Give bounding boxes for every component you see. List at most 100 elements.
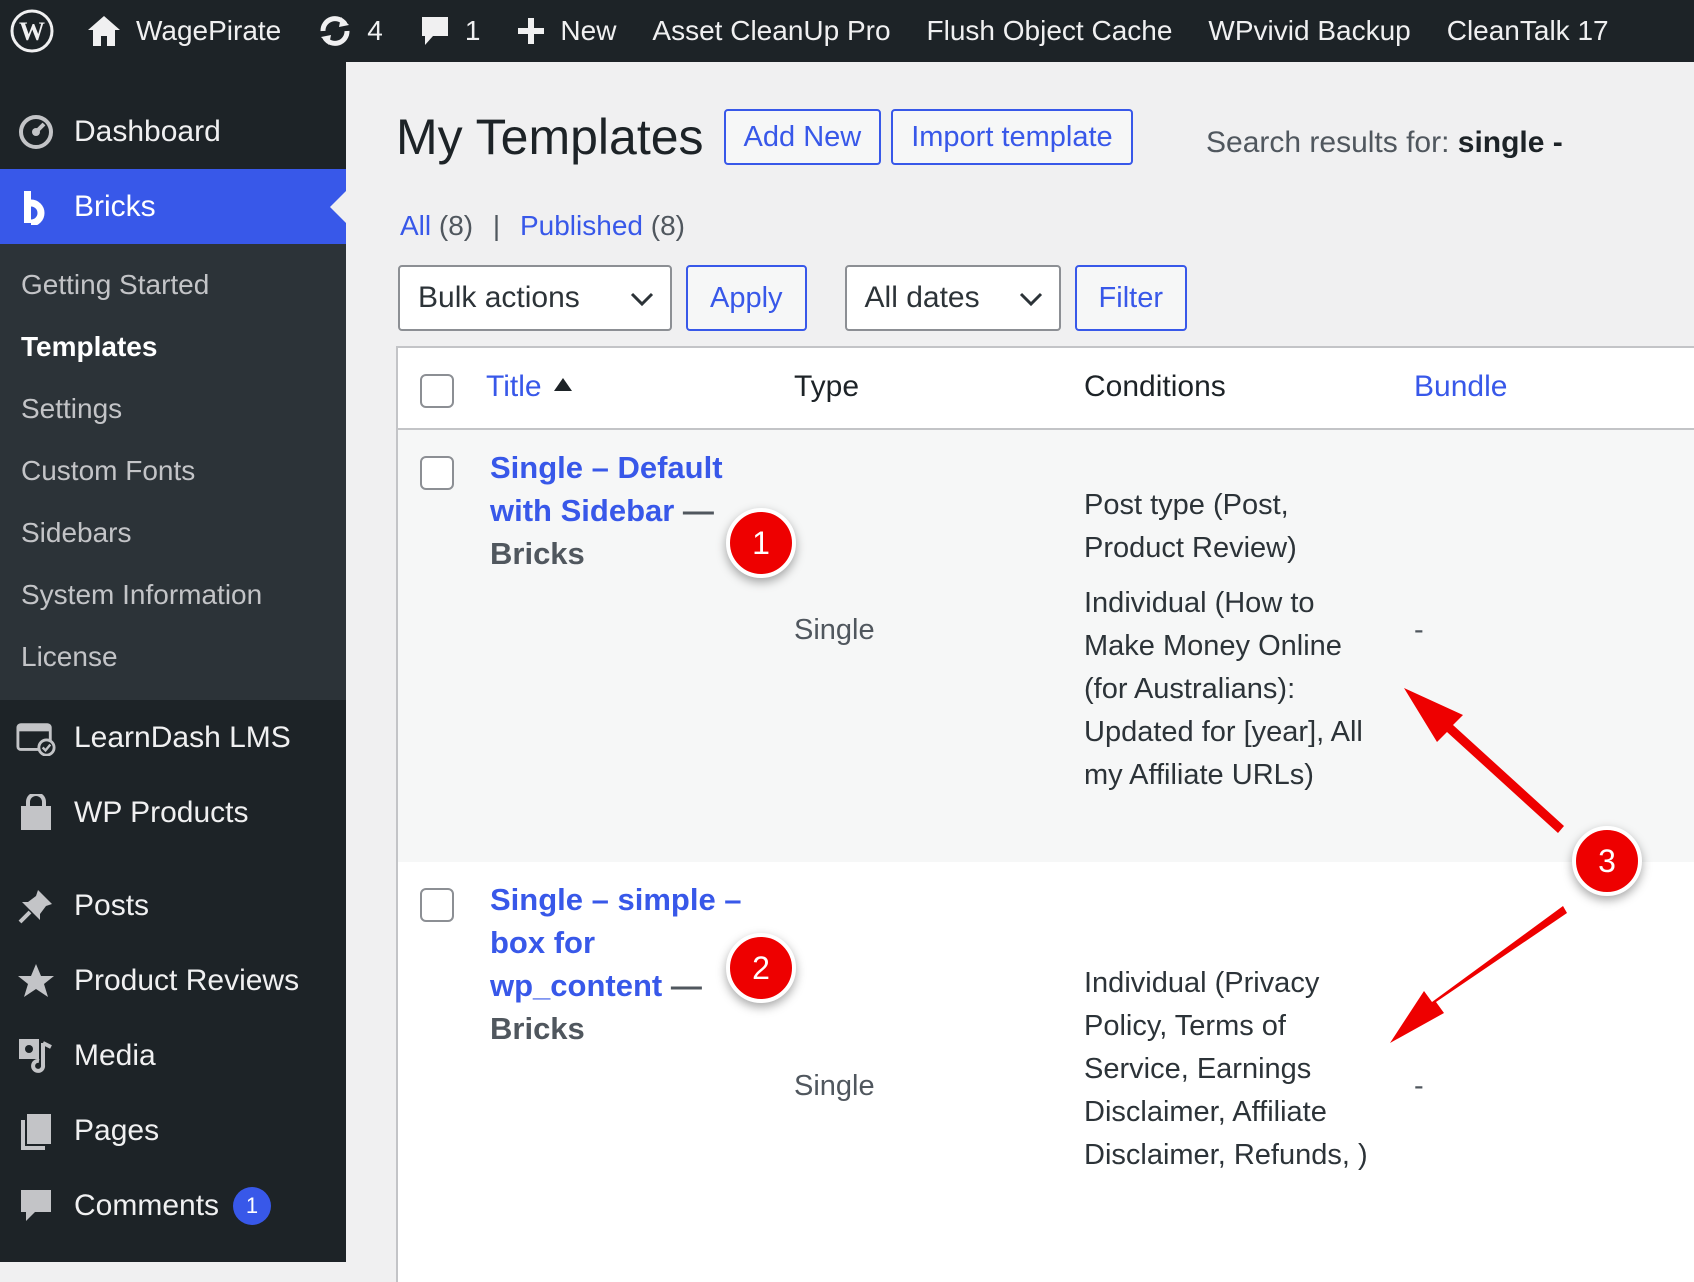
comments-menu[interactable]: 1 [401, 0, 499, 62]
import-template-button[interactable]: Import template [891, 109, 1133, 165]
annotation-marker-2: 2 [726, 933, 796, 1003]
submenu-license[interactable]: License [0, 626, 346, 688]
menu-learndash[interactable]: LearnDash LMS [0, 700, 346, 775]
row-bundle: - [1414, 1070, 1424, 1102]
menu-label: Media [74, 1038, 156, 1072]
submenu-settings[interactable]: Settings [0, 378, 346, 440]
row-title-dash: — [662, 968, 702, 1003]
menu-product-reviews[interactable]: Product Reviews [0, 943, 346, 1018]
column-title-label: Title [486, 370, 542, 403]
row-title-link-cont[interactable]: wp_content [490, 968, 662, 1003]
adminbar-item-flush-cache[interactable]: Flush Object Cache [909, 0, 1191, 62]
adminbar-item-wpvivid[interactable]: WPvivid Backup [1190, 0, 1428, 62]
menu-bricks[interactable]: Bricks [0, 169, 346, 244]
comment-icon [419, 14, 451, 48]
adminbar-item-cleantalk[interactable]: CleanTalk 17 [1429, 0, 1627, 62]
table-row: Single – simple – box for wp_content — B… [398, 862, 1694, 1282]
row-title-link[interactable]: Single – simple – [490, 878, 750, 921]
view-all-link[interactable]: All [400, 210, 431, 241]
view-separator: | [492, 210, 501, 241]
updates-menu[interactable]: 4 [299, 0, 401, 62]
menu-media[interactable]: Media [0, 1018, 346, 1093]
row-bundle: - [1414, 614, 1424, 646]
menu-posts[interactable]: Posts [0, 868, 346, 943]
site-name: WagePirate [136, 15, 282, 46]
column-title-header[interactable]: Title [486, 370, 572, 404]
menu-label: Pages [74, 1113, 160, 1147]
search-prefix: Search results for: [1206, 126, 1458, 159]
comments-count: 1 [464, 15, 481, 46]
menu-dashboard[interactable]: Dashboard [0, 94, 346, 169]
dashboard-icon [16, 112, 56, 152]
home-icon [86, 14, 122, 48]
menu-wp-products[interactable]: WP Products [0, 775, 346, 850]
submenu-templates[interactable]: Templates [0, 316, 346, 378]
row-title-link-cont[interactable]: with Sidebar [490, 493, 674, 528]
dates-select[interactable]: All dates [844, 265, 1061, 331]
column-bundle-header[interactable]: Bundle [1414, 370, 1507, 404]
menu-label: Comments [74, 1188, 220, 1222]
row-post-state: Bricks [490, 536, 585, 571]
view-all-count: (8) [438, 210, 474, 241]
row-conditions: Individual (Privacy Policy, Terms of Ser… [1084, 962, 1384, 1177]
menu-label: LearnDash LMS [74, 720, 291, 754]
row-checkbox[interactable] [420, 456, 454, 490]
search-suffix: - [1544, 126, 1563, 159]
row-title-link-cont[interactable]: box for [490, 921, 750, 964]
submenu-custom-fonts[interactable]: Custom Fonts [0, 440, 346, 502]
condition-text: Individual (How to Make Money Online (fo… [1084, 587, 1363, 791]
row-post-state: Bricks [490, 1011, 585, 1046]
menu-label: Dashboard [74, 114, 221, 148]
view-published-count: (8) [650, 210, 685, 241]
table-header: Title Type Conditions Bundle [398, 348, 1694, 430]
menu-pages[interactable]: Pages [0, 1093, 346, 1168]
filter-button[interactable]: Filter [1074, 265, 1187, 331]
comments-badge: 1 [233, 1186, 272, 1225]
adminbar-item-asset-cleanup[interactable]: Asset CleanUp Pro [634, 0, 908, 62]
templates-table: Title Type Conditions Bundle Single – De… [396, 346, 1694, 1282]
view-published-link[interactable]: Published [520, 210, 643, 241]
admin-sidebar: Dashboard Bricks Getting Started Templat… [0, 62, 346, 1262]
row-checkbox[interactable] [420, 888, 454, 922]
pushpin-icon [16, 886, 56, 926]
chevron-down-icon [1019, 281, 1043, 315]
sort-ascending-icon [553, 377, 572, 391]
star-icon [16, 961, 56, 1001]
wordpress-logo-icon[interactable]: W [0, 0, 68, 62]
bricks-submenu: Getting Started Templates Settings Custo… [0, 244, 346, 700]
table-row: Single – Default with Sidebar — Bricks S… [398, 430, 1694, 862]
heading-row: My Templates Add New Import template [396, 108, 1143, 166]
new-content-menu[interactable]: New [498, 0, 634, 62]
search-term: single [1457, 126, 1545, 159]
menu-label: Product Reviews [74, 963, 300, 997]
condition-text: Individual (Privacy Policy, Terms of Ser… [1084, 967, 1368, 1171]
submenu-system-information[interactable]: System Information [0, 564, 346, 626]
refresh-icon [317, 13, 353, 49]
menu-label: Posts [74, 888, 150, 922]
plus-icon [516, 16, 546, 46]
row-title-link[interactable]: Single – Default [490, 446, 750, 489]
add-new-button[interactable]: Add New [723, 109, 882, 165]
site-name-menu[interactable]: WagePirate [68, 0, 299, 62]
bulk-actions-value: Bulk actions [418, 281, 580, 314]
row-type: Single [794, 614, 875, 646]
admin-bar: W WagePirate 4 1 New Asset CleanUp Pro F… [0, 0, 1694, 62]
media-icon [16, 1036, 56, 1076]
apply-button[interactable]: Apply [686, 265, 807, 331]
row-title-cell: Single – simple – box for wp_content — B… [490, 878, 750, 1050]
main-content: My Templates Add New Import template Sea… [346, 62, 1694, 1282]
select-all-checkbox[interactable] [420, 374, 454, 408]
column-type-header: Type [794, 370, 860, 403]
search-results-label: Search results for: single - [1206, 126, 1563, 160]
menu-comments[interactable]: Comments 1 [0, 1168, 346, 1243]
submenu-sidebars[interactable]: Sidebars [0, 502, 346, 564]
svg-text:W: W [19, 17, 45, 46]
new-label: New [560, 15, 617, 46]
bricks-icon [16, 187, 56, 227]
row-title-dash: — [674, 493, 714, 528]
annotation-marker-1: 1 [726, 508, 796, 578]
submenu-getting-started[interactable]: Getting Started [0, 254, 346, 316]
bulk-actions-select[interactable]: Bulk actions [398, 265, 672, 331]
comment-icon [16, 1186, 56, 1226]
row-conditions: Post type (Post, Product Review) Individ… [1084, 484, 1384, 797]
